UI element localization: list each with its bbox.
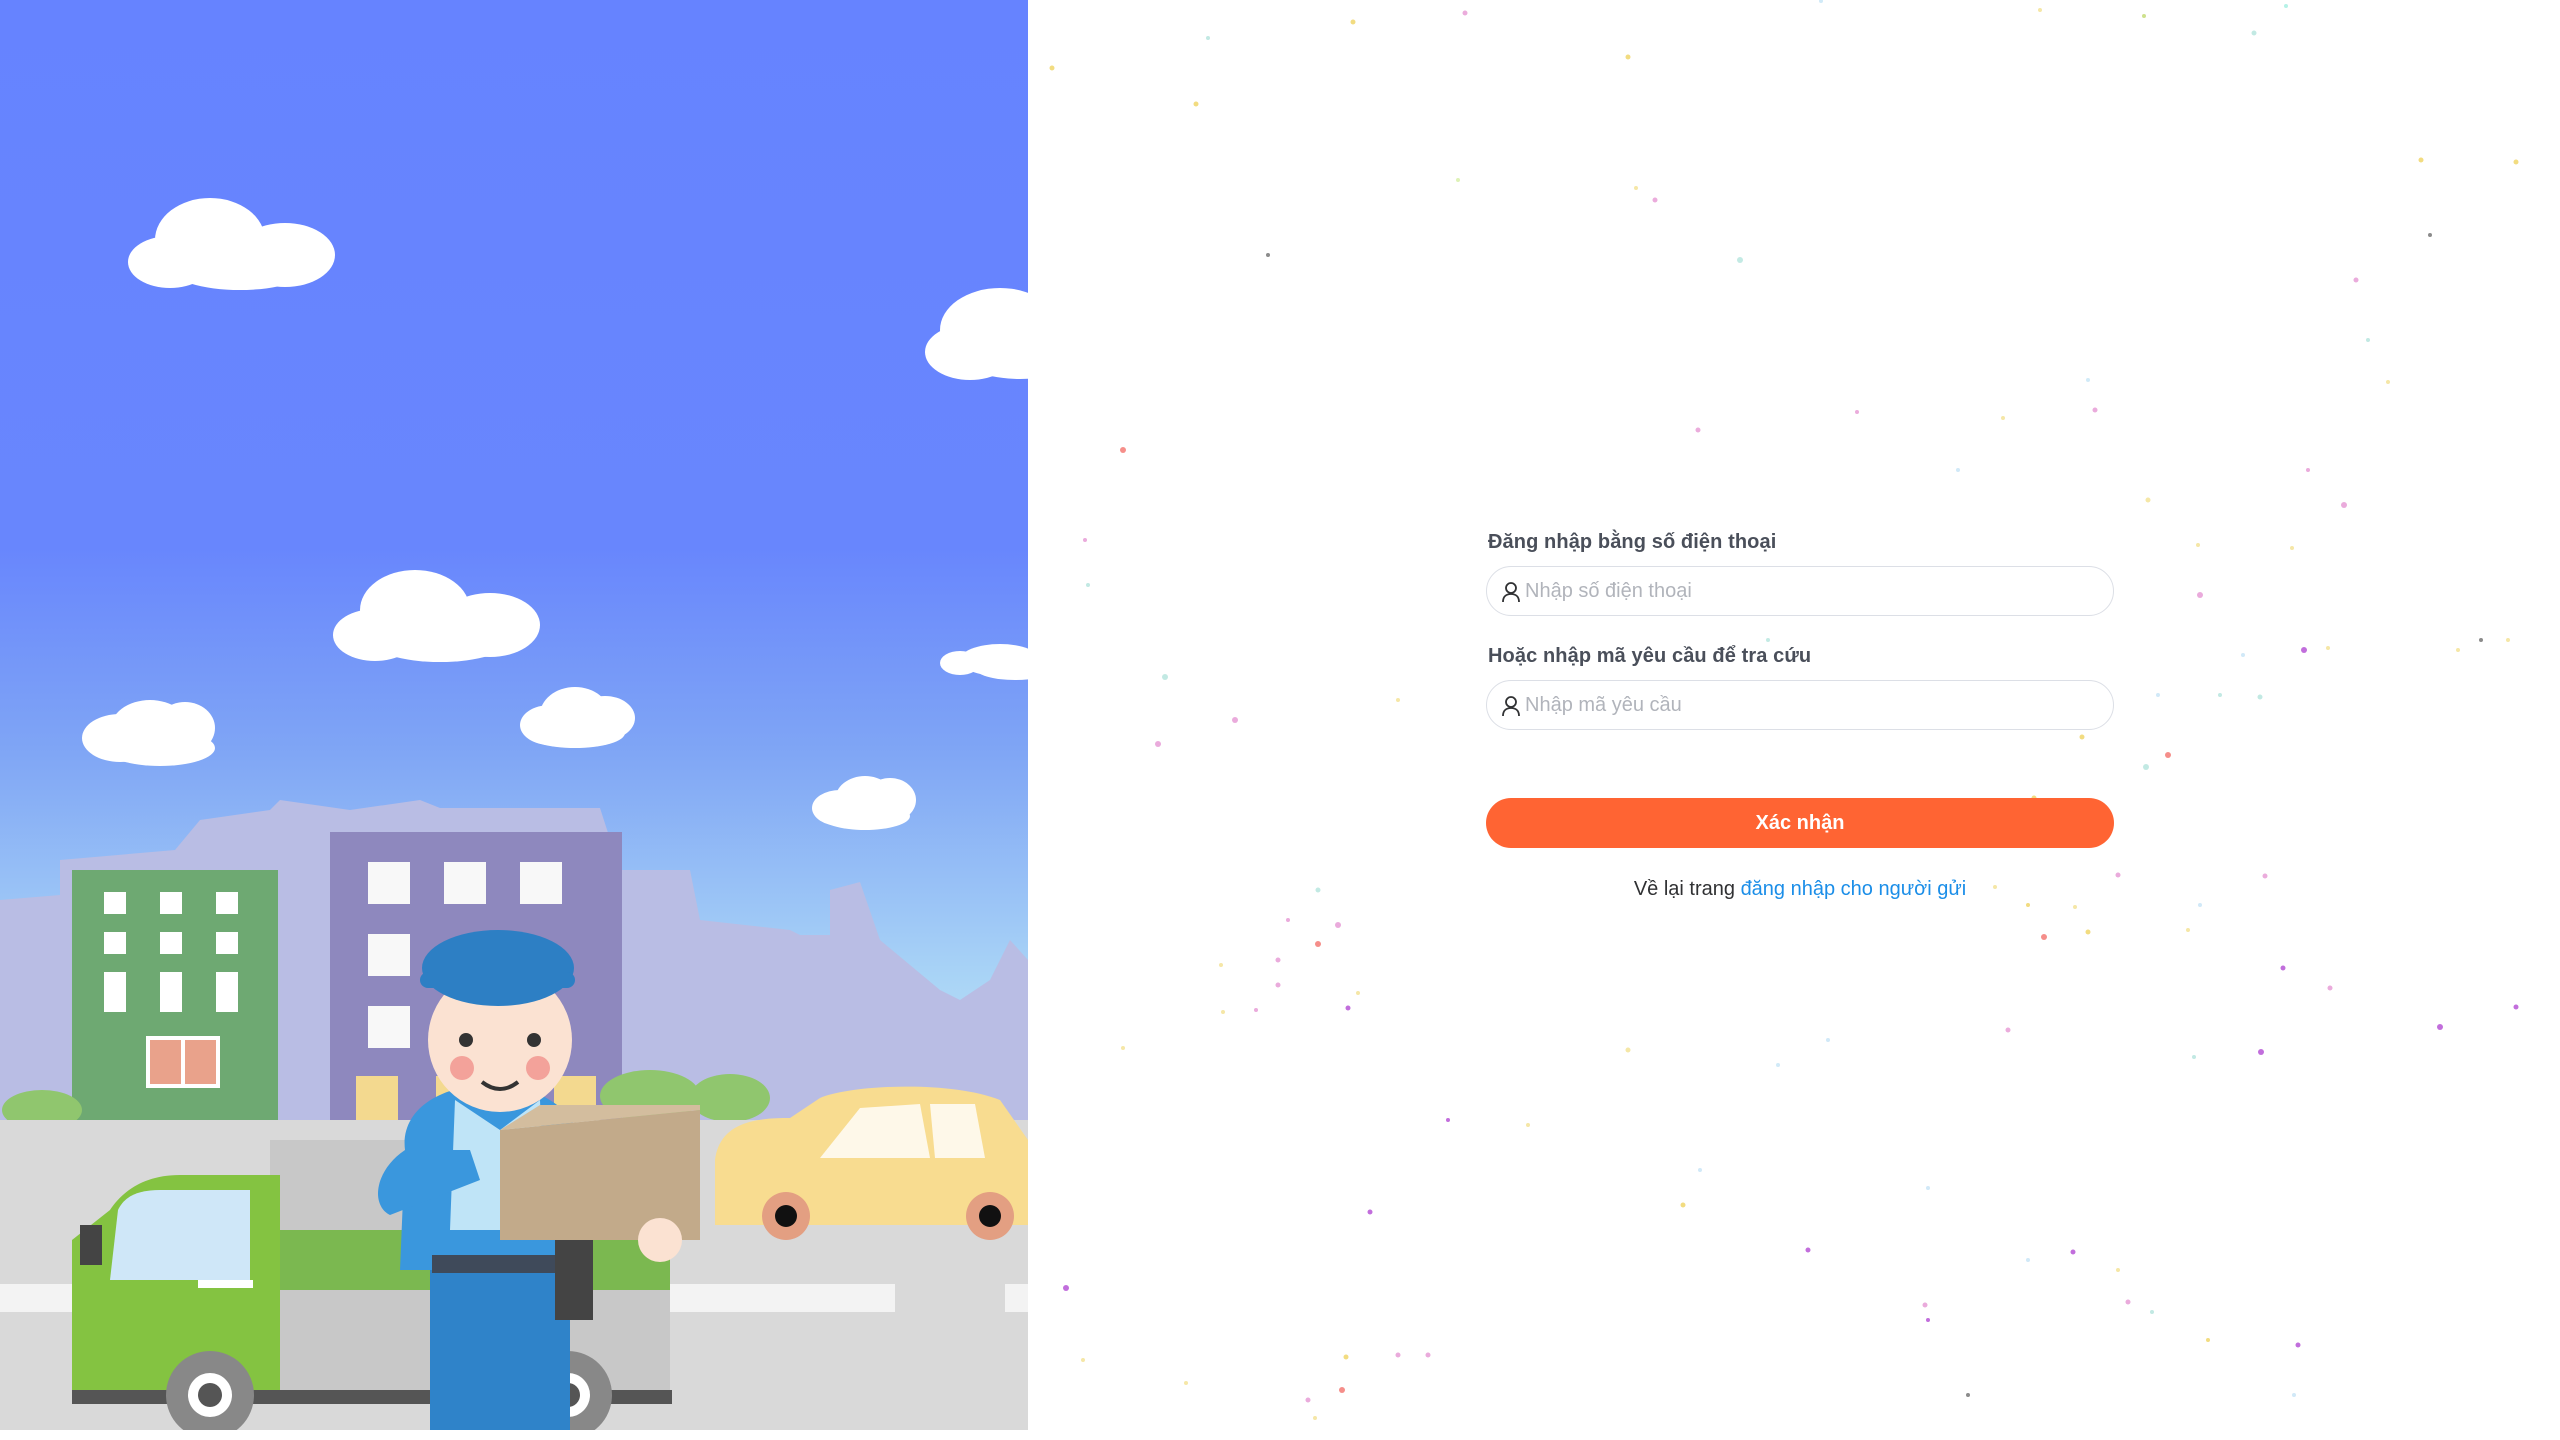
- request-code-label: Hoặc nhập mã yêu cầu để tra cứu: [1488, 645, 1812, 667]
- sender-login-link[interactable]: đăng nhập cho người gửi: [1741, 878, 1967, 900]
- phone-input[interactable]: [1525, 567, 2095, 615]
- delivery-illustration: [0, 0, 1028, 1440]
- delivery-scene: [0, 0, 1028, 1440]
- back-to-sender-login: Về lại trang đăng nhập cho người gửi: [1486, 878, 2114, 901]
- green-building: [72, 870, 278, 1140]
- phone-field[interactable]: [1486, 566, 2114, 616]
- request-code-input[interactable]: [1525, 681, 2095, 729]
- request-code-field[interactable]: [1486, 680, 2114, 730]
- phone-login-label: Đăng nhập bằng số điện thoại: [1488, 531, 1777, 553]
- user-icon: [1502, 582, 1520, 603]
- user-icon: [1502, 696, 1520, 717]
- login-form: Đăng nhập bằng số điện thoại Hoặc nhập m…: [1486, 528, 2114, 901]
- back-prefix-text: Về lại trang: [1633, 878, 1735, 900]
- confirm-button[interactable]: Xác nhận: [1486, 798, 2114, 848]
